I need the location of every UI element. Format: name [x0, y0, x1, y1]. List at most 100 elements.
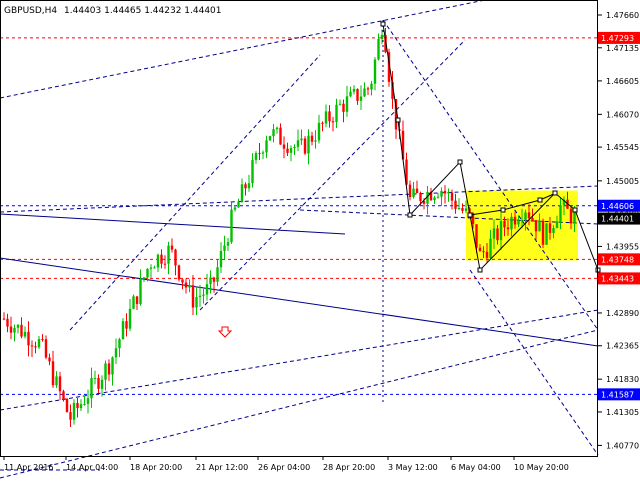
price-tag-label: 1.43443 — [601, 274, 634, 283]
candle-body — [104, 363, 107, 380]
price-scale-label: 1.43955 — [606, 242, 639, 251]
candle-body — [300, 138, 303, 141]
trend-line — [382, 19, 599, 331]
candle-body — [559, 205, 562, 222]
time-axis-label: 3 May 12:00 — [388, 463, 438, 472]
price-tag-label: 1.44401 — [601, 215, 634, 224]
candle-body — [520, 219, 524, 222]
candle-body — [464, 208, 468, 211]
candle-body — [335, 104, 338, 123]
pivot-marker — [467, 212, 473, 218]
candle-body — [286, 148, 289, 153]
candle-body — [219, 250, 223, 268]
pivot-marker — [552, 190, 558, 196]
candle-body — [41, 339, 44, 341]
candle-body — [44, 339, 48, 358]
price-scale-label: 1.41305 — [606, 408, 639, 417]
candle-body — [527, 212, 531, 219]
time-axis-label: 26 Apr 04:00 — [258, 463, 310, 472]
price-tag-label: 1.43748 — [601, 255, 634, 264]
candle-body — [62, 391, 65, 399]
pivot-marker — [395, 117, 401, 123]
candle-body — [107, 363, 111, 375]
candle-body — [146, 268, 149, 278]
candle-body — [181, 279, 184, 283]
candle-body — [282, 144, 286, 149]
candle-body — [370, 83, 373, 90]
candle-body — [9, 326, 13, 333]
candle-body — [34, 346, 37, 348]
candle-body — [37, 339, 41, 348]
candle-body — [90, 378, 93, 399]
candle-body — [237, 202, 240, 208]
candle-body — [121, 321, 125, 340]
candle-body — [184, 282, 188, 288]
candle-body — [167, 245, 170, 264]
candle-body — [275, 127, 279, 130]
candle-body — [342, 103, 345, 112]
candle-body — [573, 212, 576, 224]
candle-body — [415, 188, 419, 194]
trend-line — [0, 309, 599, 411]
price-scale-label: 1.47135 — [606, 44, 639, 53]
candle-body — [216, 267, 219, 282]
price-scale-label: 1.41830 — [606, 375, 639, 384]
price-scale-label: 1.46605 — [606, 77, 639, 86]
candle-body — [307, 135, 310, 154]
candle-body — [457, 208, 461, 210]
pivot-marker — [572, 207, 578, 213]
candle-body — [163, 263, 167, 265]
candle-body — [265, 140, 268, 153]
candle-body — [83, 403, 86, 405]
candle-body — [72, 402, 76, 420]
price-scale-label: 1.42890 — [606, 309, 639, 318]
candle-body — [202, 294, 205, 296]
price-tag-label: 1.41587 — [601, 390, 634, 399]
trend-line — [0, 213, 346, 235]
candle-body — [230, 209, 233, 243]
candle-body — [258, 153, 261, 155]
candle-body — [174, 249, 177, 266]
chart-window[interactable]: 1.47660 1.47135 1.46605 1.46070 1.45545 1.450… — [0, 0, 640, 480]
candle-body — [524, 212, 527, 220]
candle-body — [510, 216, 513, 230]
candle-body — [2, 318, 6, 320]
candle-body — [69, 412, 72, 420]
candle-body — [170, 245, 174, 250]
price-chart[interactable]: 1.47660 1.47135 1.46605 1.46070 1.45545 1.450… — [0, 0, 640, 480]
candle-body — [289, 148, 293, 153]
pivot-marker — [457, 159, 463, 165]
candle-body — [303, 138, 307, 154]
candle-body — [111, 357, 114, 375]
candle-body — [261, 152, 265, 154]
pivot-marker — [537, 197, 543, 203]
price-scale-label: 1.45005 — [606, 177, 639, 186]
candle-body — [513, 216, 517, 225]
candle-body — [345, 96, 349, 112]
candle-body — [58, 376, 62, 392]
candle-body — [55, 376, 58, 386]
candle-body — [177, 265, 181, 280]
candle-body — [436, 196, 440, 198]
candle-body — [160, 254, 163, 264]
candle-body — [51, 361, 55, 386]
candle-body — [93, 377, 97, 379]
candle-body — [349, 91, 352, 97]
time-axis-label: 10 May 20:00 — [514, 463, 569, 472]
candle-body — [352, 88, 356, 92]
symbol-label: GBPUSD,H4 — [4, 6, 57, 16]
candle-body — [30, 345, 34, 347]
candle-body — [541, 220, 545, 245]
candle-body — [76, 402, 79, 409]
candle-body — [118, 339, 121, 349]
candle-body — [209, 277, 212, 285]
candle-body — [198, 295, 202, 298]
candle-body — [212, 277, 216, 282]
time-axis-label: 18 Apr 20:00 — [130, 463, 182, 472]
candle-body — [6, 318, 9, 327]
candle-body — [16, 324, 20, 328]
time-axis-label: 11 Apr 2016 — [4, 463, 53, 472]
candle-body — [482, 251, 485, 253]
ohlc-quote: 1.44403 1.44465 1.44232 1.44401 — [64, 6, 221, 16]
time-axis-label: 21 Apr 12:00 — [196, 463, 248, 472]
